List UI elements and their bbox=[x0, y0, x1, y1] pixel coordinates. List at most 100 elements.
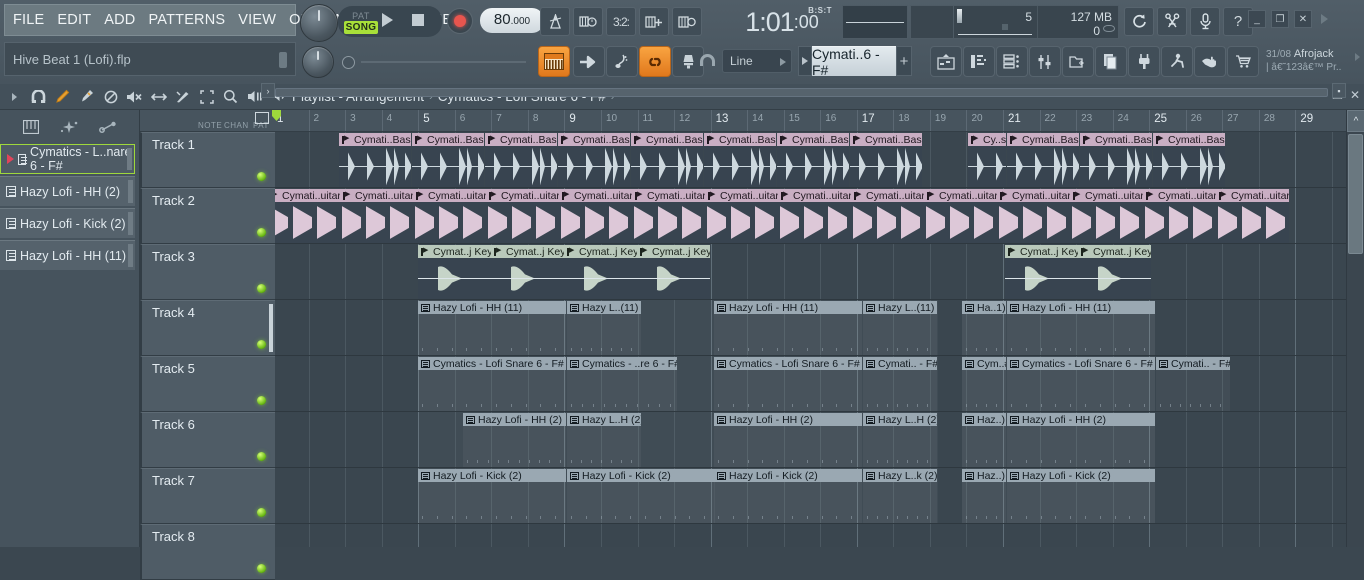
clip[interactable]: Hazy Lofi - HH (2) bbox=[1007, 413, 1155, 467]
clip[interactable]: Cymati..Bass bbox=[1153, 133, 1225, 187]
song-position-slider[interactable] bbox=[342, 52, 526, 72]
clip[interactable]: Cymati..Bass bbox=[1007, 133, 1079, 187]
master-volume-knob[interactable] bbox=[300, 4, 338, 42]
playlist-track-row-5[interactable]: Cymatics - Lofi Snare 6 - F# Cymatics - .… bbox=[275, 356, 1346, 412]
minimize-button[interactable]: _ bbox=[1248, 10, 1266, 28]
playlist-grid[interactable]: Cymati..Bass Cymati..Bass Cymati..Bass Cyma… bbox=[275, 132, 1346, 547]
horizontal-scroll-thumb[interactable] bbox=[275, 88, 1328, 97]
track-header-6[interactable]: Track 6 bbox=[140, 412, 275, 468]
clip[interactable]: Cymati..Bass bbox=[631, 133, 703, 187]
timeline-ruler[interactable]: 1 2 3 4 5 6 7 8 9 10 11 12 13 14 15 16 17 18 19 20 21 22 23 24 2… bbox=[275, 110, 1346, 132]
channel-rack-button[interactable] bbox=[963, 46, 995, 77]
delete-icon[interactable] bbox=[102, 88, 119, 105]
track-header-1[interactable]: Track 1 bbox=[140, 132, 275, 188]
track-led-icon[interactable] bbox=[257, 508, 266, 517]
sparkle-icon[interactable] bbox=[59, 118, 79, 136]
clip[interactable]: Hazy Lofi - HH (2) bbox=[714, 413, 862, 467]
automation-link-icon[interactable] bbox=[98, 118, 118, 136]
hscroll-right-button[interactable]: ▪ bbox=[1332, 83, 1346, 98]
scroll-up-button[interactable]: ^ bbox=[1347, 110, 1364, 132]
new-file-button[interactable] bbox=[1095, 46, 1127, 77]
select-icon[interactable] bbox=[198, 88, 215, 105]
pose-button[interactable] bbox=[1161, 46, 1193, 77]
track-header-3[interactable]: Track 3 bbox=[140, 244, 275, 300]
clip[interactable]: Cymati..uitar bbox=[340, 189, 413, 243]
slice-icon[interactable] bbox=[174, 88, 191, 105]
clip[interactable]: Cymat..j Key bbox=[1005, 245, 1078, 299]
picker-item-3[interactable]: Hazy Lofi - HH (11) bbox=[0, 240, 135, 270]
clip[interactable]: Haz..) bbox=[962, 469, 1006, 523]
clip[interactable]: Cymati..uitar bbox=[705, 189, 778, 243]
clip[interactable]: Cymati..Bass bbox=[850, 133, 922, 187]
faders-button[interactable] bbox=[1029, 46, 1061, 77]
shop-button[interactable] bbox=[1227, 46, 1259, 77]
horizontal-scrollbar[interactable] bbox=[275, 84, 1328, 98]
scissors-button[interactable] bbox=[1157, 7, 1187, 36]
clip[interactable]: Cymatics - Lofi Snare 6 - F# bbox=[714, 357, 862, 411]
clip[interactable]: Hazy L..(11) bbox=[567, 301, 641, 355]
mixer-view-button[interactable] bbox=[996, 46, 1028, 77]
play-button[interactable] bbox=[382, 13, 393, 27]
clip[interactable]: Cymatics - ..re 6 - F# bbox=[567, 357, 677, 411]
clip[interactable]: Hazy Lofi - HH (2) bbox=[463, 413, 566, 467]
clip[interactable]: Hazy Lofi - Kick (2) bbox=[1007, 469, 1155, 523]
track-led-icon[interactable] bbox=[257, 228, 266, 237]
vertical-scroll-thumb[interactable] bbox=[1348, 134, 1363, 254]
magnet-snap-icon[interactable] bbox=[30, 88, 47, 105]
track-led-icon[interactable] bbox=[257, 172, 266, 181]
menu-item-file[interactable]: FILE bbox=[11, 11, 46, 29]
clip[interactable]: Cymati..uitar bbox=[778, 189, 851, 243]
pattern-add-button[interactable]: + bbox=[896, 46, 912, 76]
clip[interactable]: Haz..) bbox=[962, 413, 1006, 467]
track-header-5[interactable]: Track 5 bbox=[140, 356, 275, 412]
clip[interactable]: Cymati..Bass bbox=[485, 133, 557, 187]
time-display[interactable]: 1:01:00 B:S:T bbox=[726, 3, 838, 41]
draw-pencil-icon[interactable] bbox=[54, 88, 71, 105]
hand-pointer-button[interactable] bbox=[1194, 46, 1226, 77]
track-grid-icon[interactable] bbox=[255, 112, 269, 124]
clip[interactable]: Hazy Lofi - Kick (2) bbox=[567, 469, 715, 523]
clip[interactable]: Hazy Lofi - Kick (2) bbox=[418, 469, 566, 523]
pattern-prev-button[interactable] bbox=[798, 46, 812, 76]
track-led-icon[interactable] bbox=[257, 284, 266, 293]
pattern-selector[interactable]: Cymati..6 - F# + bbox=[798, 46, 912, 78]
clip[interactable]: Hazy Lofi - HH (11) bbox=[714, 301, 862, 355]
track-led-icon[interactable] bbox=[257, 452, 266, 461]
clip[interactable]: Cymati..uitar bbox=[275, 189, 340, 243]
playlist-track-row-3[interactable]: Cymat..j Key Cymat..j Key Cymat..j Key Cyma… bbox=[275, 244, 1346, 300]
track-header-7[interactable]: Track 7 bbox=[140, 468, 275, 524]
overdub-button[interactable]: 3:2: bbox=[606, 7, 636, 36]
news-panel[interactable]: 31/08 Afrojack | â€˜123â€™ Pr.. bbox=[1264, 45, 1362, 77]
picker-item-0[interactable]: Cymatics - L..nare 6 - F# bbox=[0, 144, 135, 174]
tempo-display[interactable]: 80.000 bbox=[480, 8, 544, 33]
microphone-button[interactable] bbox=[1190, 7, 1220, 36]
clip[interactable]: Cymati..Bass bbox=[777, 133, 849, 187]
slip-edit-icon[interactable] bbox=[150, 88, 167, 105]
playlist-track-row-1[interactable]: Cymati..Bass Cymati..Bass Cymati..Bass Cyma… bbox=[275, 132, 1346, 188]
clip[interactable]: Cym..# bbox=[962, 357, 1006, 411]
clip[interactable]: Cymat..j Key bbox=[491, 245, 564, 299]
piano-keys-icon[interactable] bbox=[21, 118, 41, 136]
playlist-track-row-2[interactable]: Cymati..uitar Cymati..uitar Cymati..uitar C… bbox=[275, 188, 1346, 244]
playlist-track-row-6[interactable]: Hazy Lofi - HH (2) Hazy L..H (2) Hazy Lofi… bbox=[275, 412, 1346, 468]
clip[interactable]: Hazy L..k (2) bbox=[863, 469, 937, 523]
track-header-4[interactable]: Track 4 bbox=[140, 300, 275, 356]
menu-item-patterns[interactable]: PATTERNS bbox=[146, 11, 227, 29]
vertical-scrollbar[interactable]: ^ bbox=[1346, 110, 1364, 547]
clip[interactable]: Cymati..uitar bbox=[559, 189, 632, 243]
pattern-name[interactable]: Cymati..6 - F# bbox=[812, 46, 896, 78]
multilink-button[interactable] bbox=[639, 7, 669, 36]
playlist-toggle-button[interactable] bbox=[538, 46, 570, 77]
metronome-button[interactable] bbox=[540, 7, 570, 36]
clip[interactable]: Ha..1) bbox=[962, 301, 1006, 355]
clip[interactable]: Hazy L..H (2) bbox=[567, 413, 641, 467]
playlist-close-button[interactable]: ✕ bbox=[1350, 88, 1360, 102]
pattern-song-toggle[interactable]: PAT SONG bbox=[344, 8, 378, 36]
clip[interactable]: Hazy Lofi - HH (11) bbox=[418, 301, 566, 355]
plugin-picker-button[interactable] bbox=[1128, 46, 1160, 77]
menu-item-add[interactable]: ADD bbox=[102, 11, 137, 29]
playlist-track-row-8[interactable] bbox=[275, 524, 1346, 547]
browser-button[interactable] bbox=[1062, 46, 1094, 77]
clip[interactable]: Cy..s bbox=[968, 133, 1006, 187]
clip[interactable]: Cymati..uitar bbox=[1143, 189, 1216, 243]
